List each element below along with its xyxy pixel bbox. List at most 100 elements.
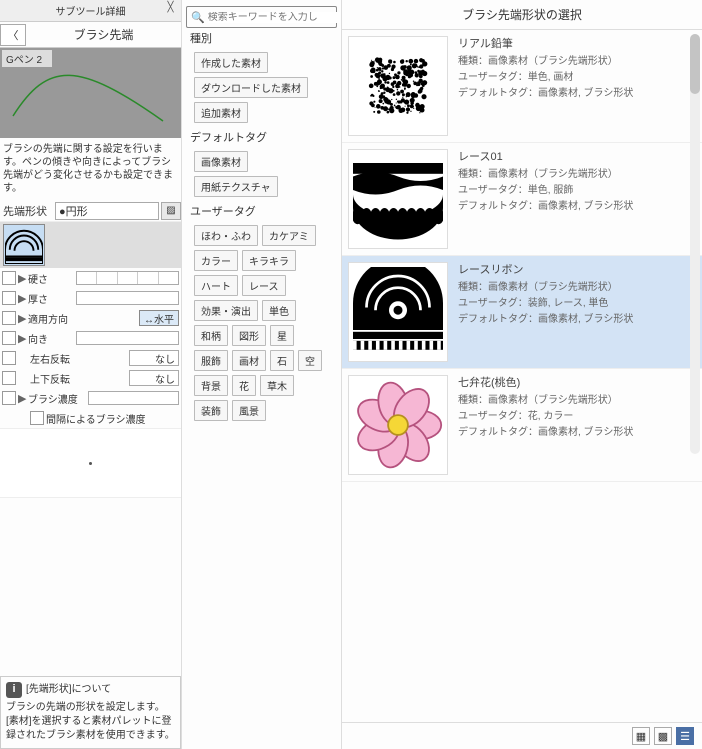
tag-item[interactable]: 和柄 [194,325,228,346]
tag-section-header: デフォルトタグ [186,127,337,147]
flip-v-value[interactable]: なし [129,370,179,386]
tag-item[interactable]: 装飾 [194,400,228,421]
tip-shape-select[interactable]: ●円形 [55,202,159,220]
tag-item[interactable]: ハート [194,275,238,296]
tag-item[interactable]: 花 [232,375,256,396]
panel-title: サブツール詳細 [56,7,126,18]
scroll-thumb[interactable] [690,34,700,94]
tip-shape-label: 先端形状 [0,203,55,219]
tag-item[interactable]: キラキラ [242,250,296,271]
tag-item[interactable]: 図形 [232,325,266,346]
description-text: ブラシの先端に関する設定を行います。ペンの傾きや向きによってブラシ先端がどう変化… [0,138,181,200]
tag-item[interactable]: 背景 [194,375,228,396]
tag-item[interactable]: カラー [194,250,238,271]
orient-check[interactable] [2,331,16,345]
tag-item[interactable]: ダウンロードした素材 [194,77,308,98]
view-grid-large-button[interactable]: ▦ [632,727,650,745]
tag-item[interactable]: 星 [270,325,294,346]
item-thumbnail [348,36,448,136]
tag-item[interactable]: 画材 [232,350,266,371]
direction-button[interactable]: ↔水平 [139,310,179,326]
info-title: [先端形状]について [26,683,111,697]
view-grid-small-button[interactable]: ▩ [654,727,672,745]
item-type: 種類：画像素材（ブラシ先端形状） [458,280,633,296]
item-usertag: ユーザータグ：単色, 画材 [458,70,633,86]
back-button[interactable]: 〈 [0,24,26,46]
tip-shape-row: 先端形状 ●円形 ▨ [0,200,181,222]
tag-item[interactable]: 空 [298,350,322,371]
thickness-row: ▶ 厚さ [0,288,181,308]
item-name: レース01 [458,149,633,167]
info-body-2: [素材]を選択すると素材パレットに登録されたブラシ素材を使用できます。 [6,715,175,743]
tag-item[interactable]: ほわ・ふわ [194,225,258,246]
flip-v-check[interactable] [2,371,16,385]
hardness-slider[interactable] [76,271,179,285]
list-item[interactable]: レース01種類：画像素材（ブラシ先端形状）ユーザータグ：単色, 服飾デフォルトタ… [342,143,702,256]
scrollbar[interactable] [690,34,700,454]
gap-density-check[interactable] [30,411,44,425]
expand-icon[interactable]: ▶ [18,332,28,345]
tag-section-header: ユーザータグ [186,201,337,221]
expand-icon[interactable]: ▶ [18,292,28,305]
tag-item[interactable]: 石 [270,350,294,371]
brush-tip-thumbnails [0,222,181,268]
density-slider[interactable] [88,391,179,405]
tag-item[interactable]: 服飾 [194,350,228,371]
tag-item[interactable]: 単色 [262,300,296,321]
item-name: リアル鉛筆 [458,36,633,54]
thickness-check[interactable] [2,291,16,305]
flip-h-value[interactable]: なし [129,350,179,366]
search-field[interactable] [208,12,340,23]
gap-density-row: 間隔によるブラシ濃度 [0,408,181,428]
hardness-check[interactable] [2,271,16,285]
stroke-preview-area [0,428,181,498]
item-thumbnail [348,375,448,475]
tag-item[interactable]: 画像素材 [194,151,248,172]
tag-item[interactable]: 用紙テクスチャ [194,176,278,197]
item-deftag: デフォルトタグ：画像素材, ブラシ形状 [458,199,633,215]
item-usertag: ユーザータグ：装飾, レース, 単色 [458,296,633,312]
expand-icon[interactable]: ▶ [18,272,28,285]
tag-section-header: 種別 [186,28,337,48]
item-type: 種類：画像素材（ブラシ先端形状） [458,393,633,409]
tip-thumbnail-empty[interactable] [48,224,90,266]
tag-item[interactable]: 作成した素材 [194,52,268,73]
flip-h-row: 左右反転 なし [0,348,181,368]
list-item[interactable]: リアル鉛筆種類：画像素材（ブラシ先端形状）ユーザータグ：単色, 画材デフォルトタ… [342,30,702,143]
view-mode-bar: ▦ ▩ ☰ [342,722,702,749]
direction-check[interactable] [2,311,16,325]
thickness-slider[interactable] [76,291,179,305]
brush-stroke-preview: Gペン 2 [0,48,181,138]
orient-row: ▶ 向き [0,328,181,348]
expand-icon[interactable]: ▶ [18,392,28,405]
tip-thumbnail-selected[interactable] [3,224,45,266]
tag-item[interactable]: 追加素材 [194,102,248,123]
tag-item[interactable]: カケアミ [262,225,316,246]
item-usertag: ユーザータグ：単色, 服飾 [458,183,633,199]
view-list-button[interactable]: ☰ [676,727,694,745]
item-usertag: ユーザータグ：花, カラー [458,409,633,425]
tag-item[interactable]: 草木 [260,375,294,396]
search-icon: 🔍 [191,11,205,24]
info-box: i [先端形状]について ブラシの先端の形状を設定します。 [素材]を選択すると… [0,676,181,749]
search-input[interactable]: 🔍 [186,6,337,28]
material-list: リアル鉛筆種類：画像素材（ブラシ先端形状） ユーザータグ：単色, 画材デフォルトタ… [342,30,702,722]
direction-row: ▶ 適用方向 ↔水平 [0,308,181,328]
item-deftag: デフォルトタグ：画像素材, ブラシ形状 [458,312,633,328]
list-item[interactable]: レースリボン種類：画像素材（ブラシ先端形状）ユーザータグ：装飾, レース, 単色… [342,256,702,369]
panel-title-bar: サブツール詳細 ╳ [0,0,181,22]
material-icon-button[interactable]: ▨ [161,202,181,220]
flip-h-check[interactable] [2,351,16,365]
orient-slider[interactable] [76,331,179,345]
hardness-row: ▶ 硬さ [0,268,181,288]
tag-item[interactable]: レース [242,275,286,296]
flip-v-row: 上下反転 なし [0,368,181,388]
close-icon[interactable]: ╳ [164,2,177,15]
nav-title: ブラシ先端 [26,22,181,47]
list-item[interactable]: 七弁花(桃色)種類：画像素材（ブラシ先端形状）ユーザータグ：花, カラーデフォル… [342,369,702,482]
tag-item[interactable]: 効果・演出 [194,300,258,321]
expand-icon[interactable]: ▶ [18,312,28,325]
tag-item[interactable]: 風景 [232,400,266,421]
density-row: ▶ ブラシ濃度 [0,388,181,408]
density-check[interactable] [2,391,16,405]
